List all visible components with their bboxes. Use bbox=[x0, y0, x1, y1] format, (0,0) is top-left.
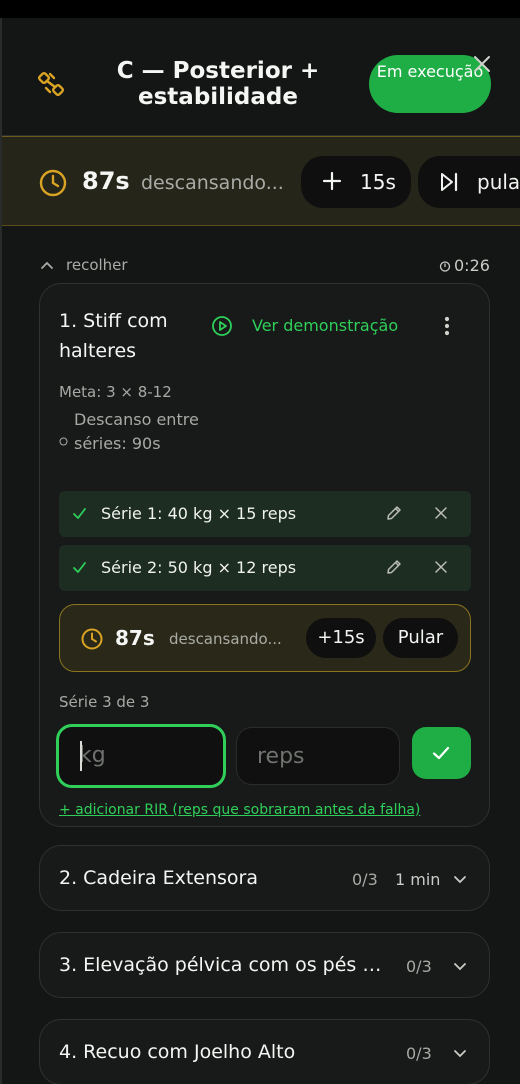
skip-rest-button[interactable]: pular bbox=[418, 156, 520, 208]
workout-title: C — Posterior + estabilidade bbox=[116, 58, 320, 110]
exercise-name: 1. Stiff com halteres bbox=[59, 310, 168, 362]
inline-add-15s-button[interactable]: +15s bbox=[306, 618, 376, 658]
stopwatch-icon bbox=[439, 261, 451, 272]
confirm-set-button[interactable] bbox=[412, 727, 471, 779]
completed-set-row: Série 1: 40 kg × 15 reps bbox=[59, 491, 471, 537]
rest-status: descansando... bbox=[141, 172, 284, 194]
exercise-name: 2. Cadeira Extensora bbox=[59, 867, 259, 889]
chevron-down-icon bbox=[454, 963, 466, 971]
exercise-progress: 0/3 bbox=[352, 870, 378, 889]
exercise-card-3[interactable]: 3. Elevação pélvica com os pés apoiados … bbox=[39, 932, 490, 998]
exercise-progress: 0/3 bbox=[406, 957, 432, 976]
exercise-card-1: 1. Stiff com halteres Ver demonstração M… bbox=[39, 283, 490, 827]
exercise-card-4[interactable]: 4. Recuo com Joelho Alto 0/3 bbox=[39, 1019, 490, 1084]
chevron-down-icon bbox=[454, 876, 466, 884]
exercise-card-2[interactable]: 2. Cadeira Extensora 0/3 1 min bbox=[39, 845, 490, 911]
exercise-name: 4. Recuo com Joelho Alto bbox=[59, 1041, 296, 1063]
exercise-name: 3. Elevação pélvica com os pés apoiados bbox=[59, 954, 386, 976]
collapse-label: recolher bbox=[66, 256, 128, 274]
check-icon bbox=[73, 508, 86, 519]
clock-icon bbox=[39, 169, 67, 197]
add-15s-label: 15s bbox=[360, 170, 396, 194]
chevron-up-icon bbox=[41, 261, 53, 269]
timer-icon bbox=[59, 437, 68, 446]
rest-between-sets: Descanso entre séries: 90s bbox=[74, 410, 199, 453]
elapsed-timer: 0:26 bbox=[439, 256, 490, 275]
rest-timer-bar: 87s descansando... 15s pular bbox=[2, 136, 520, 226]
text-caret bbox=[80, 741, 82, 771]
exercise-duration: 1 min bbox=[395, 870, 441, 889]
kg-placeholder: kg bbox=[79, 743, 106, 768]
play-circle-icon bbox=[212, 316, 232, 336]
more-options-icon[interactable] bbox=[444, 316, 450, 336]
rest-seconds: 87s bbox=[82, 167, 130, 195]
set-label: Série 1: 40 kg × 15 reps bbox=[101, 504, 297, 523]
exercise-goal: Meta: 3 × 8-12 bbox=[59, 383, 172, 401]
header: C — Posterior + estabilidade Em execução bbox=[2, 18, 520, 136]
inline-rest-status: descansando... bbox=[169, 630, 282, 648]
add-rir-link[interactable]: + adicionar RIR (reps que sobraram antes… bbox=[59, 802, 420, 818]
pencil-icon[interactable] bbox=[385, 504, 403, 522]
check-icon bbox=[73, 562, 86, 573]
set-label: Série 2: 50 kg × 12 reps bbox=[101, 558, 297, 577]
elapsed-value: 0:26 bbox=[454, 256, 490, 275]
exercise-progress: 0/3 bbox=[406, 1044, 432, 1063]
skip-icon bbox=[441, 172, 458, 192]
reps-placeholder: reps bbox=[257, 744, 305, 769]
kg-input[interactable]: kg bbox=[56, 724, 226, 788]
inline-skip-button[interactable]: Pular bbox=[383, 618, 458, 658]
delete-icon[interactable] bbox=[435, 561, 447, 573]
skip-label: pular bbox=[477, 170, 520, 194]
check-icon bbox=[432, 746, 450, 760]
current-set-label: Série 3 de 3 bbox=[59, 693, 150, 711]
chevron-down-icon bbox=[454, 1050, 466, 1058]
dumbbell-icon bbox=[37, 71, 65, 97]
inline-rest-timer: 87s descansando... +15s Pular bbox=[59, 604, 471, 672]
reps-input[interactable]: reps bbox=[236, 727, 400, 785]
demo-label: Ver demonstração bbox=[252, 316, 399, 335]
plus-icon bbox=[322, 171, 342, 191]
inline-rest-seconds: 87s bbox=[115, 626, 155, 650]
clock-icon bbox=[81, 628, 103, 650]
pencil-icon[interactable] bbox=[385, 558, 403, 576]
delete-icon[interactable] bbox=[435, 507, 447, 519]
workout-screen: C — Posterior + estabilidade Em execução… bbox=[0, 18, 520, 1084]
completed-set-row: Série 2: 50 kg × 12 reps bbox=[59, 545, 471, 591]
close-icon[interactable] bbox=[470, 52, 494, 76]
add-15s-button[interactable]: 15s bbox=[301, 156, 411, 208]
